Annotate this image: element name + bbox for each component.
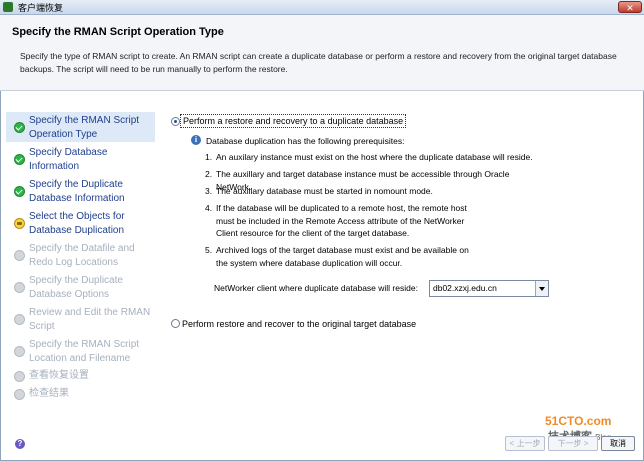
page-title: Specify the RMAN Script Operation Type [12,26,224,38]
pending-step-icon [14,371,25,382]
page-header: Specify the RMAN Script Operation Type S… [0,15,644,91]
step-label: Specify the RMAN Script Location and Fil… [29,339,140,364]
step-duplicate-database-options: Specify the Duplicate Database Options [6,272,155,302]
back-button[interactable]: < 上一步 [505,436,545,451]
check-icon [14,186,25,197]
pending-step-icon [14,346,25,357]
info-icon: i [191,135,201,145]
pending-step-icon [14,314,25,325]
networker-client-label: NetWorker client where duplicate databas… [214,283,418,293]
duplicate-database-option-label[interactable]: Perform a restore and recovery to a dupl… [180,114,407,128]
original-database-option-label[interactable]: Perform restore and recover to the origi… [182,318,416,330]
close-button[interactable]: ✕ [618,1,642,13]
next-button[interactable]: 下一步 > [548,436,598,451]
original-database-radio[interactable] [171,319,180,328]
page-description: Specify the type of RMAN script to creat… [20,51,617,74]
operation-options: Perform a restore and recovery to a dupl… [168,110,633,410]
step-view-restore-settings: 查看恢复设置 [6,368,155,384]
chevron-down-icon[interactable] [535,281,548,296]
step-label: Specify the RMAN Script Operation Type [29,115,140,140]
step-datafile-redo-locations: Specify the Datafile and Redo Log Locati… [6,240,155,270]
networker-client-value: db02.xzxj.edu.cn [433,283,497,293]
step-label: 检查结果 [29,388,69,399]
pending-step-icon [14,389,25,400]
current-step-icon [14,218,25,229]
step-database-information[interactable]: Specify Database Information [6,144,155,174]
step-label: Specify the Duplicate Database Options [29,275,123,300]
step-label: Select the Objects for Database Duplicat… [29,211,125,236]
networker-client-select[interactable]: db02.xzxj.edu.cn [429,280,549,297]
help-icon[interactable]: ? [15,439,25,449]
step-label: Specify Database Information [29,147,108,172]
pending-step-icon [14,250,25,261]
step-select-objects[interactable]: Select the Objects for Database Duplicat… [6,208,155,238]
check-icon [14,154,25,165]
prerequisites-intro: Database duplication has the following p… [206,136,405,146]
step-rman-operation-type[interactable]: Specify the RMAN Script Operation Type [6,112,155,142]
duplicate-database-radio[interactable] [171,117,180,126]
step-label: 查看恢复设置 [29,370,89,381]
step-label: Specify the Duplicate Database Informati… [29,179,125,204]
step-label: Specify the Datafile and Redo Log Locati… [29,243,135,268]
step-script-location: Specify the RMAN Script Location and Fil… [6,336,155,366]
check-icon [14,122,25,133]
step-label: Review and Edit the RMAN Script [29,307,151,332]
wizard-steps: Specify the RMAN Script Operation Type S… [6,108,155,428]
app-icon [3,2,13,12]
step-duplicate-database-information[interactable]: Specify the Duplicate Database Informati… [6,176,155,206]
watermark-site: 51CTO.com [545,414,612,428]
cancel-button[interactable]: 取消 [601,436,635,451]
step-review-edit-script: Review and Edit the RMAN Script [6,304,155,334]
window-title: 客户端恢复 [18,3,64,13]
title-bar[interactable]: 客户端恢复 ✕ [0,0,644,15]
step-check-results: 检查结果 [6,386,155,402]
pending-step-icon [14,282,25,293]
